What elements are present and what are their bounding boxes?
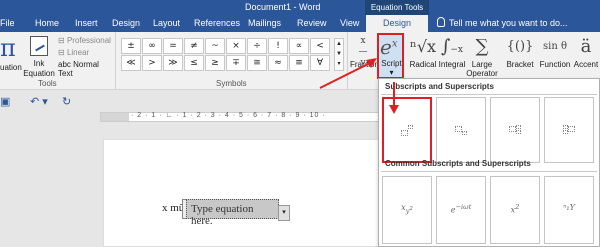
symbol-button[interactable]: ÷ [247, 38, 267, 54]
quick-access-toolbar: ▣ ↶ ▾ ↻ [0, 91, 380, 109]
normal-text-button[interactable]: abc Normal Text [58, 60, 115, 78]
ink-equation-icon[interactable] [30, 36, 48, 56]
symbol-button[interactable]: ≅ [247, 55, 267, 71]
symbol-button[interactable]: ! [268, 38, 288, 54]
gallery-section-title: Subscripts and Superscripts [385, 82, 494, 91]
redo-icon[interactable]: ↻ [62, 95, 71, 108]
subscript-tile[interactable] [436, 97, 486, 163]
tab-review[interactable]: Review [297, 18, 327, 28]
document-text: x mũ [162, 202, 185, 214]
symbol-button[interactable]: < [310, 38, 330, 54]
horizontal-ruler[interactable]: · 2 · 1 · ∟ · 1 · 2 · 3 · 4 · 5 · 6 · 7 … [100, 112, 380, 122]
symbol-button[interactable]: × [226, 38, 246, 54]
common-script-tile[interactable]: x2 [490, 176, 540, 244]
symbols-more-button[interactable]: ▲ ▼ ▾ [334, 38, 344, 71]
tab-home[interactable]: Home [35, 18, 59, 28]
script-label: Script ▾ [381, 59, 402, 77]
superscript-tile[interactable] [382, 97, 432, 163]
common-script-tile[interactable]: ⁿ₁Y [544, 176, 594, 244]
tools-group: π uation Ink Equation ⊟ Professional ⊟ L… [0, 32, 116, 90]
divider [381, 171, 597, 172]
symbols-group-label: Symbols [216, 79, 247, 88]
superscript-glyph [384, 125, 430, 137]
symbol-button[interactable]: ≡ [289, 55, 309, 71]
sum-icon: ∑ [475, 36, 489, 57]
function-icon: sin θ [543, 41, 567, 52]
equation-options-button[interactable]: ▾ [278, 205, 290, 221]
subsup-glyph [491, 124, 539, 134]
linear-format-button[interactable]: ⊟ Linear [58, 48, 89, 57]
tab-design[interactable]: Design [112, 18, 140, 28]
title-bar: Document1 - Word Equation Tools [0, 0, 600, 15]
tab-file[interactable]: File [0, 18, 15, 28]
script-button[interactable]: ex Script ▾ [377, 33, 404, 79]
tab-view[interactable]: View [340, 18, 359, 28]
symbol-button[interactable]: ± [121, 38, 141, 54]
tab-references[interactable]: References [194, 18, 240, 28]
tab-equation-design[interactable]: Design [366, 15, 428, 32]
document-page[interactable] [103, 139, 380, 247]
document-title: Document1 - Word [245, 2, 321, 12]
symbol-button[interactable]: > [142, 55, 162, 71]
tab-mailings[interactable]: Mailings [248, 18, 281, 28]
subscript-superscript-tile[interactable] [490, 97, 540, 163]
symbol-button[interactable]: ≫ [163, 55, 183, 71]
symbol-button[interactable]: ∞ [142, 38, 162, 54]
equation-input[interactable]: Type equation here. [186, 199, 279, 227]
ruler-margin [101, 113, 129, 121]
tab-insert[interactable]: Insert [75, 18, 98, 28]
integral-button[interactable]: ∫−x Integral [437, 34, 467, 69]
left-subscript-superscript-tile[interactable] [544, 97, 594, 163]
script-gallery: Subscripts and Superscripts Common Subsc… [378, 78, 600, 247]
symbols-group: ± ∞ = ≠ ~ × ÷! ∝ < ≪ > ≫ ≤ ≥ ∓ ≅ ≈ ≡ ∀ ▲ ▼ ▾ Symbols [116, 32, 348, 90]
professional-format-button[interactable]: ⊟ Professional [58, 36, 111, 45]
lightbulb-icon [437, 17, 445, 27]
tell-me-placeholder: Tell me what you want to do... [449, 18, 568, 28]
symbol-button[interactable]: ≠ [184, 38, 204, 54]
script-icon: ex [380, 35, 398, 59]
pi-equation-icon[interactable]: π [0, 34, 16, 62]
tools-group-label: Tools [38, 79, 57, 88]
fraction-icon: x — y [358, 36, 368, 68]
word-window: Document1 - Word Equation Tools File Hom… [0, 0, 600, 247]
accent-button[interactable]: ä Accent [572, 34, 600, 69]
ink-equation-label[interactable]: Ink Equation [22, 59, 56, 79]
save-icon[interactable]: ▣ [0, 95, 10, 108]
symbols-gallery: ± ∞ = ≠ ~ × ÷! ∝ < ≪ > ≫ ≤ ≥ ∓ ≅ ≈ ≡ ∀ [121, 38, 330, 71]
fraction-button[interactable]: x — y Fraction [350, 34, 379, 69]
divider [381, 94, 597, 95]
gallery-section-title: Common Subscripts and Superscripts [385, 159, 531, 168]
symbol-button[interactable]: ∀ [310, 55, 330, 71]
left-subsup-glyph [545, 124, 593, 134]
symbol-button[interactable]: ≥ [205, 55, 225, 71]
symbol-button[interactable]: ≤ [184, 55, 204, 71]
tell-me-box[interactable]: Tell me what you want to do... [437, 17, 568, 28]
function-button[interactable]: sin θ Function [539, 34, 571, 69]
common-script-tile[interactable]: xy2 [382, 176, 432, 244]
context-group-label: Equation Tools [365, 0, 429, 15]
symbol-button[interactable]: ~ [205, 38, 225, 54]
symbol-button[interactable]: ≪ [121, 55, 141, 71]
symbol-button[interactable]: ∝ [289, 38, 309, 54]
accent-icon: ä [580, 36, 592, 57]
x-squared-glyph: x2 [510, 203, 520, 215]
e-power-glyph: e−iωt [450, 203, 472, 215]
bracket-button[interactable]: {()} Bracket [503, 34, 537, 69]
large-operator-button[interactable]: ∑ Large Operator [466, 34, 498, 78]
radical-button[interactable]: ⁿ√x Radical [409, 34, 437, 69]
symbol-button[interactable]: = [163, 38, 183, 54]
common-script-tile[interactable]: e−iωt [436, 176, 486, 244]
subscript-glyph [437, 124, 485, 135]
symbol-button[interactable]: ≈ [268, 55, 288, 71]
undo-icon[interactable]: ↶ ▾ [30, 95, 48, 108]
radical-icon: ⁿ√x [409, 37, 437, 56]
symbol-button[interactable]: ∓ [226, 55, 246, 71]
tab-layout[interactable]: Layout [153, 18, 180, 28]
bracket-icon: {()} [506, 39, 534, 54]
equation-button-label[interactable]: uation [0, 63, 22, 72]
x-sub-y-squared-glyph: xy2 [401, 203, 413, 215]
ruler-marks: · 2 · 1 · ∟ · 1 · 2 · 3 · 4 · 5 · 6 · 7 … [131, 112, 326, 119]
integral-icon: ∫−x [440, 36, 463, 57]
n-one-y-glyph: ⁿ₁Y [563, 203, 575, 212]
